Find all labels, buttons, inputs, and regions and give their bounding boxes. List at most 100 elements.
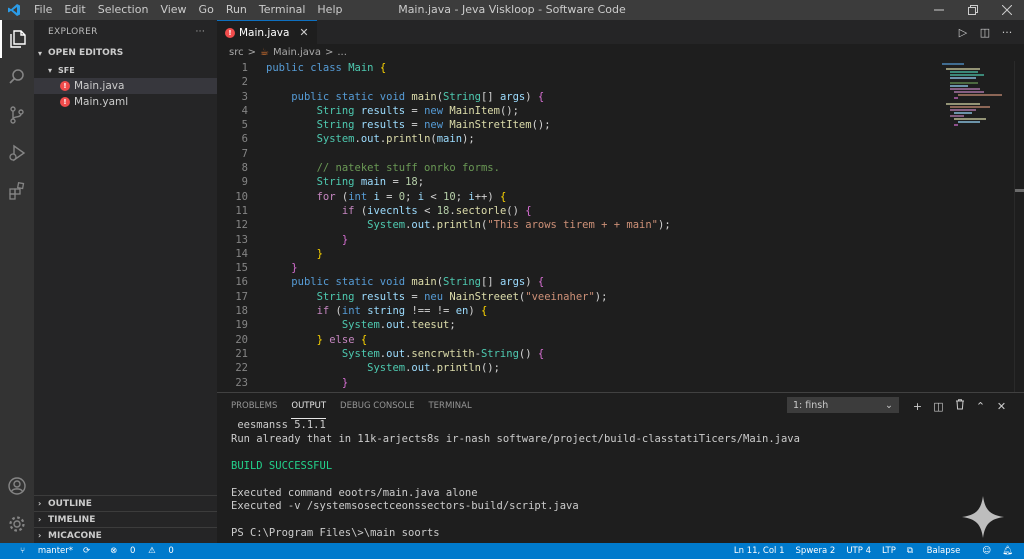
code-line: 14 } (235, 247, 323, 260)
error-circle-icon: ⊗ (110, 546, 118, 556)
warning-count: 0 (168, 546, 174, 556)
outline-label: OUTLINE (48, 498, 92, 509)
indentation[interactable]: Spwera 2 (796, 546, 836, 556)
output-line: PS C:\Program Files\>\main soorts (231, 527, 440, 539)
tab-terminal[interactable]: TERMINAL (428, 393, 471, 419)
activity-bar (0, 20, 34, 543)
title-bar: File Edit Selection View Go Run Terminal… (0, 0, 1024, 20)
run-debug-icon[interactable] (0, 134, 34, 172)
notifications-bell-icon[interactable]: 🔔︎ (1002, 546, 1013, 556)
more-actions-icon[interactable]: ··· (996, 26, 1018, 39)
search-icon[interactable] (0, 58, 34, 96)
close-panel-icon[interactable]: ✕ (991, 400, 1012, 413)
more-actions-icon[interactable]: ··· (196, 27, 205, 37)
chevron-right-icon: › (38, 531, 42, 540)
outline-section[interactable]: › OUTLINE (34, 495, 217, 511)
explorer-header: EXPLORER ··· (34, 20, 217, 44)
chevron-right-icon: › (38, 515, 42, 524)
code-line: 13 } (235, 233, 349, 246)
output-line-success: BUILD SUCCESSFUL (231, 459, 333, 472)
maximize-panel-icon[interactable]: ⌃ (970, 400, 991, 413)
code-line: 12 System.out.println("This arows tirem … (235, 219, 671, 232)
breadcrumb-file[interactable]: Main.java (273, 47, 321, 58)
folder-sfe[interactable]: ▾ SFE (34, 62, 217, 78)
code-line: 10 for (int i = 0; i < 10; i++) { (235, 190, 507, 203)
file-label: Main.java (74, 80, 125, 92)
vscode-logo-icon (0, 0, 28, 20)
code-line: 5 String results = new MainStretItem(); (241, 119, 551, 132)
open-editors-section[interactable]: ▾ OPEN EDITORS (34, 44, 217, 62)
split-editor-icon[interactable]: ◫ (974, 26, 996, 39)
breadcrumb-src[interactable]: src (229, 47, 244, 58)
bottom-panel: PROBLEMS OUTPUT DEBUG CONSOLE TERMINAL 1… (217, 392, 1024, 543)
window-controls (922, 0, 1024, 20)
end-of-line[interactable]: LTP (882, 546, 896, 556)
file-main-yaml[interactable]: ! Main.yaml (34, 94, 217, 110)
timeline-section[interactable]: › TIMELINE (34, 511, 217, 527)
account-icon[interactable] (0, 467, 34, 505)
extensions-icon[interactable] (0, 172, 34, 210)
tab-main-java[interactable]: ! Main.java ✕ (217, 20, 317, 44)
code-line: 2 (241, 76, 248, 89)
menu-go[interactable]: Go (193, 0, 220, 20)
code-editor[interactable]: 1 public class Main { 2 3 public static v… (217, 61, 937, 392)
code-line: 23 } (235, 376, 349, 389)
sparkle-icon (962, 496, 1004, 538)
file-main-java[interactable]: ! Main.java (34, 78, 217, 94)
output-content[interactable]: eesmanss 5.1.1 Run already that in 11k-a… (217, 419, 1024, 541)
close-window-button[interactable] (990, 0, 1024, 20)
breadcrumb-sep: > (247, 47, 256, 58)
editor-actions: ▷ ◫ ··· (952, 20, 1018, 44)
branch-label: manter* (37, 546, 73, 556)
close-tab-icon[interactable]: ✕ (299, 26, 308, 39)
language-mode[interactable]: ⧉ Balapse (907, 546, 971, 556)
folder-label: SFE (58, 65, 75, 75)
feedback-icon[interactable]: ☺ (982, 546, 991, 556)
braces-icon: ⧉ (906, 546, 913, 556)
menu-run[interactable]: Run (220, 0, 253, 20)
git-branch-icon: ⑂ (20, 546, 26, 556)
explorer-icon[interactable] (0, 20, 34, 58)
scrollbar-marker (1015, 189, 1024, 192)
problems-item[interactable]: ⊗ 0 ⚠ 0 (100, 546, 174, 556)
minimize-button[interactable] (922, 0, 956, 20)
tab-output[interactable]: OUTPUT (291, 393, 327, 419)
menu-view[interactable]: View (154, 0, 192, 20)
trash-icon[interactable] (949, 399, 970, 413)
menu-terminal[interactable]: Terminal (253, 0, 312, 20)
error-icon: ! (60, 97, 70, 107)
output-channel-value: 1: finsh (793, 400, 829, 411)
java-file-icon: ☕ (260, 47, 269, 58)
menu-edit[interactable]: Edit (58, 0, 91, 20)
code-line: 21 System.out.sencrwtith-String() { (235, 347, 545, 360)
explorer-title: EXPLORER (48, 27, 98, 37)
branch-item[interactable]: ⑂ manter* (10, 546, 73, 556)
tab-problems[interactable]: PROBLEMS (231, 393, 277, 419)
add-icon[interactable]: + (907, 400, 928, 413)
cursor-position[interactable]: Ln 11, Col 1 (734, 546, 785, 556)
tab-debug-console[interactable]: DEBUG CONSOLE (340, 393, 414, 419)
breadcrumb-more[interactable]: ... (337, 47, 347, 58)
split-panel-icon[interactable]: ◫ (928, 400, 949, 413)
micacone-section[interactable]: › MICACONE (34, 527, 217, 543)
editor-tabs: ! Main.java ✕ ▷ ◫ ··· (217, 20, 1024, 44)
run-icon[interactable]: ▷ (952, 26, 974, 39)
restore-button[interactable] (956, 0, 990, 20)
language-label: Balapse (926, 546, 961, 556)
menu-help[interactable]: Help (311, 0, 348, 20)
menu-selection[interactable]: Selection (92, 0, 155, 20)
settings-gear-icon[interactable] (0, 505, 34, 543)
code-line: 6 System.out.println(main); (241, 133, 475, 146)
output-channel-select[interactable]: 1: finsh ⌄ (787, 397, 899, 413)
encoding[interactable]: UTP 4 (846, 546, 871, 556)
source-control-icon[interactable] (0, 96, 34, 134)
editor-scrollbar[interactable] (1014, 61, 1024, 392)
code-line: 9 String main = 18; (241, 176, 425, 189)
sync-icon[interactable]: ⟳ (83, 546, 90, 556)
breadcrumb: src > ☕ Main.java > ... (217, 44, 1024, 61)
code-line: 7 (241, 147, 248, 160)
menu-file[interactable]: File (28, 0, 58, 20)
minimap[interactable] (940, 61, 1010, 151)
output-line: Run already that in 11k-arjects8s ir-nas… (231, 432, 800, 445)
